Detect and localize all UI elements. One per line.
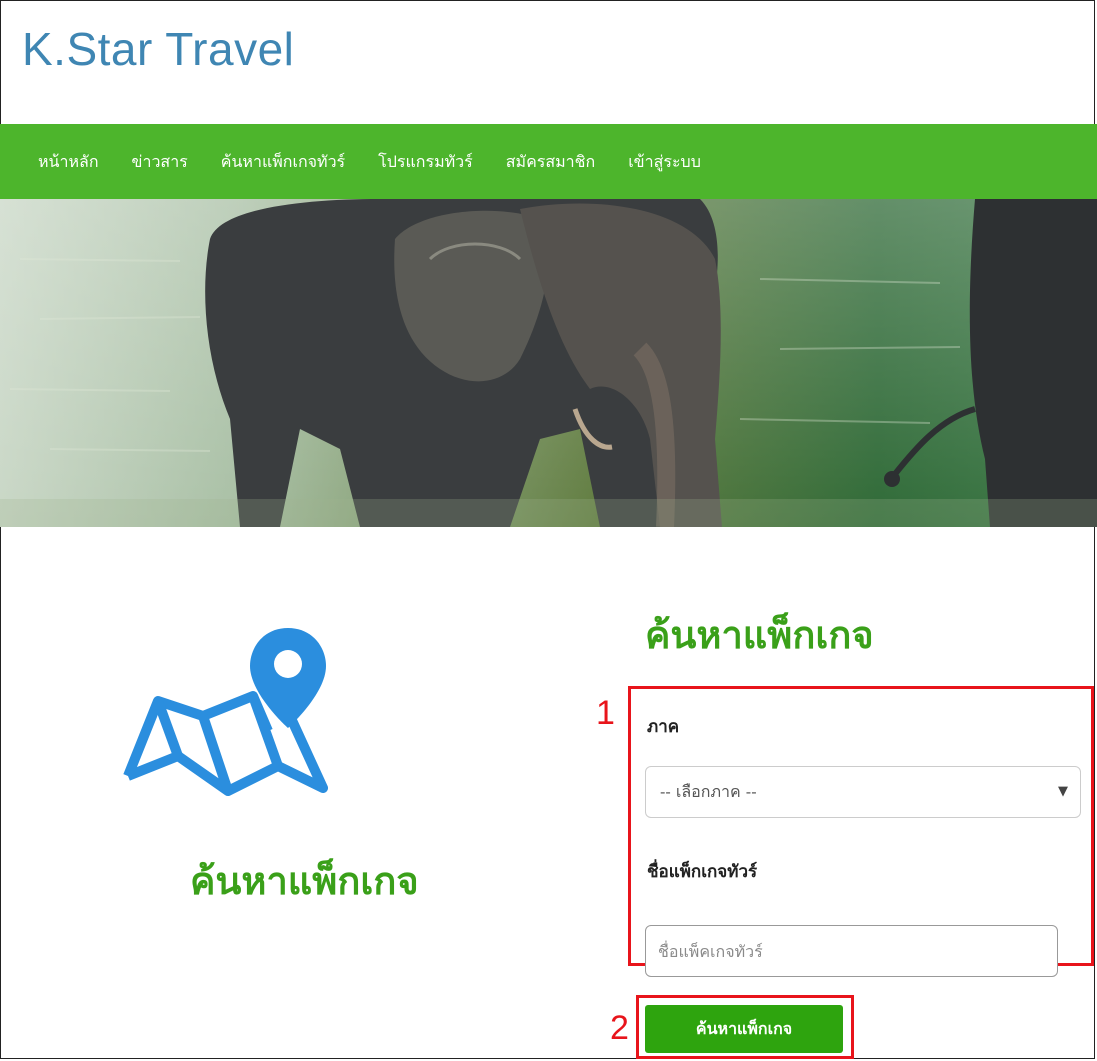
region-label: ภาค — [647, 717, 680, 737]
map-pin-icon — [118, 616, 328, 820]
nav-item-home[interactable]: หน้าหลัก — [38, 154, 99, 170]
chevron-down-icon: ▼ — [1058, 784, 1068, 799]
hero-banner-image — [0, 199, 1097, 527]
annotation-number-1: 1 — [596, 694, 615, 732]
nav-item-register[interactable]: สมัครสมาชิก — [506, 154, 595, 170]
search-package-button[interactable]: ค้นหาแพ็กเกจ — [645, 1005, 843, 1053]
main-navbar: หน้าหลัก ข่าวสาร ค้นหาแพ็กเกจทัวร์ โปรแก… — [0, 124, 1097, 200]
site-logo-text[interactable]: K.Star Travel — [22, 26, 294, 72]
region-select-value: -- เลือกภาค -- — [660, 781, 757, 801]
annotation-box-1 — [628, 686, 1094, 966]
left-panel-title: ค้นหาแพ็กเกจ — [190, 859, 419, 903]
search-form-title: ค้นหาแพ็กเกจ — [645, 613, 874, 657]
nav-item-tour-programs[interactable]: โปรแกรมทัวร์ — [378, 154, 473, 170]
nav-item-search-packages[interactable]: ค้นหาแพ็กเกจทัวร์ — [221, 154, 345, 170]
nav-item-news[interactable]: ข่าวสาร — [132, 154, 188, 170]
region-select[interactable]: -- เลือกภาค -- ▼ — [645, 766, 1081, 818]
annotation-number-2: 2 — [610, 1009, 629, 1047]
package-name-input[interactable] — [645, 925, 1058, 977]
nav-item-login[interactable]: เข้าสู่ระบบ — [628, 154, 701, 170]
package-name-label: ชื่อแพ็กเกจทัวร์ — [647, 862, 758, 882]
